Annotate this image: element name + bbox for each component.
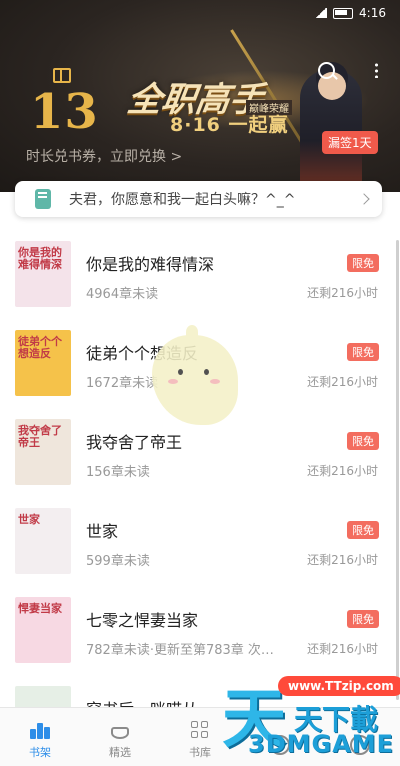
time-remaining: 还剩216小时: [307, 642, 378, 656]
book-cover: 悍妻当家: [15, 597, 71, 663]
book-title: 世家: [86, 522, 119, 541]
book-title: 我夺舍了帝王: [86, 433, 183, 452]
book-title: 七零之悍妻当家: [86, 611, 199, 630]
mascot-cheek: [210, 379, 220, 384]
search-icon[interactable]: [318, 62, 335, 79]
time-remaining: 还剩216小时: [307, 286, 378, 300]
status-bar: 4:16: [0, 0, 400, 26]
more-menu-icon[interactable]: [375, 62, 378, 78]
book-unread-count: 156章未读: [86, 465, 150, 480]
nav-featured[interactable]: 精选: [80, 708, 160, 766]
time-remaining: 还剩216小时: [307, 375, 378, 389]
book-cover-title: 世家: [18, 513, 40, 526]
nav-shelf-label: 书架: [29, 746, 51, 759]
battery-icon: [333, 7, 354, 19]
time-remaining: 还剩216小时: [307, 553, 378, 567]
free-tag: 限免: [347, 343, 379, 361]
book-unread-count: 782章未读·更新至第783章 次…: [86, 643, 274, 658]
notice-card[interactable]: 夫君，你愿意和我一起白头嘛？^_^: [15, 181, 382, 217]
book-cover: 我夺舍了帝王: [15, 419, 71, 485]
book-row[interactable]: 悍妻当家七零之悍妻当家 782章未读·更新至第783章 次… 限免还剩216小时: [0, 584, 400, 673]
site-watermark: 天 www.TTzip.com 天下載 3DMGAME: [222, 668, 400, 765]
book-cover-title: 你是我的难得情深: [18, 246, 62, 271]
book-cover-title: 悍妻当家: [18, 602, 62, 615]
watermark-url: www.TTzip.com: [278, 676, 400, 696]
chevron-right-icon: [358, 193, 370, 205]
book-cover-title: 我夺舍了帝王: [18, 424, 62, 449]
book-icon: [35, 189, 51, 209]
book-row[interactable]: 世家 世家 599章未读 限免 还剩216小时: [0, 495, 400, 584]
diamond-icon: [111, 727, 129, 739]
scrollbar[interactable]: [396, 240, 399, 700]
free-tag: 限免: [347, 432, 379, 450]
book-cover: 徒弟个个想造反: [15, 330, 71, 396]
free-tag: 限免: [347, 610, 379, 628]
mascot-tuft: [186, 325, 198, 339]
book-cover: 世家: [15, 508, 71, 574]
sign-in-badge[interactable]: 漏签1天: [322, 131, 378, 154]
redeem-link[interactable]: 时长兑书券，立即兑换 >: [26, 146, 182, 166]
mascot-eye: [204, 369, 209, 375]
nav-library-label: 书库: [189, 746, 211, 759]
time-remaining: 还剩216小时: [307, 464, 378, 478]
book-cover: 你是我的难得情深: [15, 241, 71, 307]
nav-featured-label: 精选: [109, 746, 131, 759]
status-time: 4:16: [359, 6, 386, 20]
nav-shelf[interactable]: 书架: [0, 708, 80, 766]
book-title: 你是我的难得情深: [86, 255, 215, 274]
book-row[interactable]: 你是我的难得情深 你是我的难得情深 4964章未读 限免还剩216小时: [0, 228, 400, 317]
banner-number: 13: [30, 84, 99, 140]
free-tag: 限免: [347, 521, 379, 539]
grid-icon: [191, 721, 209, 739]
bookshelf-icon: [30, 723, 50, 739]
banner-event-date: 8·16 一起赢: [170, 114, 289, 136]
book-unread-count: 599章未读: [86, 554, 150, 569]
promo-banner[interactable]: 13 全职高手 巅峰荣耀 8·16 一起赢 时长兑书券，立即兑换 > 漏签1天: [0, 0, 400, 192]
mascot-eye: [178, 369, 183, 375]
signal-icon: [315, 8, 328, 18]
notice-text: 夫君，你愿意和我一起白头嘛？^_^: [69, 192, 296, 208]
mascot-cheek: [168, 379, 178, 384]
book-cover-title: 徒弟个个想造反: [18, 335, 62, 360]
watermark-game-text: 3DMGAME: [248, 730, 395, 758]
free-tag: 限免: [347, 254, 379, 272]
gift-icon: [53, 68, 71, 83]
book-unread-count: 1672章未读: [86, 376, 159, 391]
book-unread-count: 4964章未读: [86, 287, 159, 302]
